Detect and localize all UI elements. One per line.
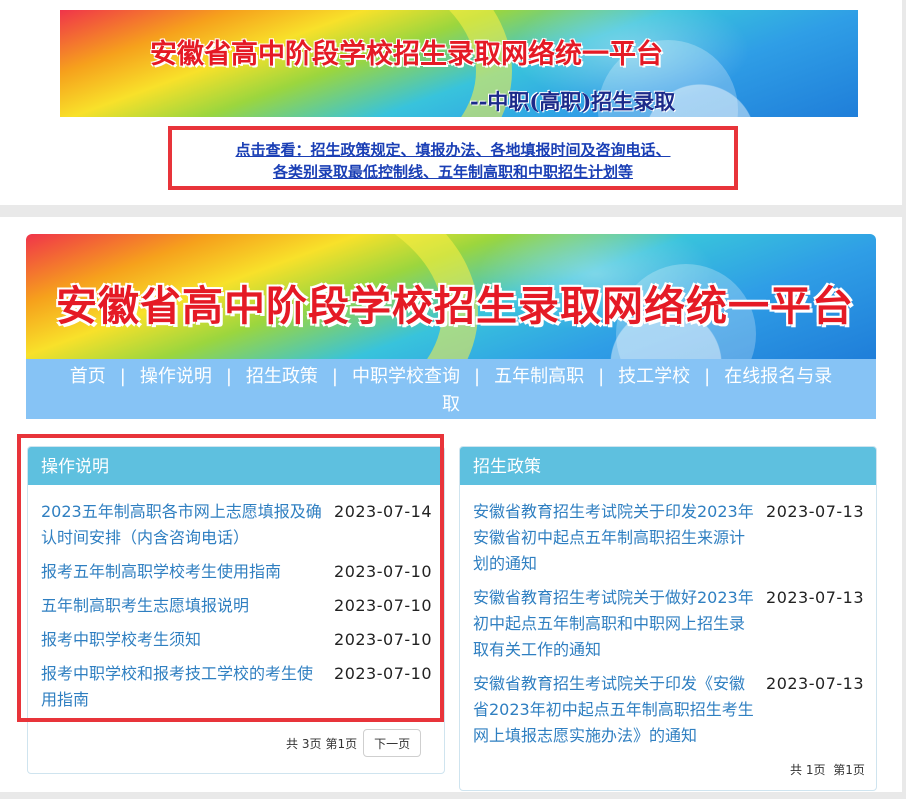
top-banner-subtitle: --中职(高职)招生录取 — [470, 89, 676, 114]
nav-separator: | — [225, 366, 232, 387]
instructions-list: 2023五年制高职各市网上志愿填报及确认时间安排（内含咨询电话） 2023-07… — [28, 485, 444, 713]
pager-current: 第1页 — [833, 763, 865, 777]
panel-policy: 招生政策 安徽省教育招生考试院关于印发2023年安徽省初中起点五年制高职招生来源… — [459, 446, 877, 791]
list-item-link[interactable]: 五年制高职考生志愿填报说明 — [41, 593, 327, 619]
notice-box: 点击查看：招生政策规定、填报办法、各地填报时间及咨询电话、 各类别录取最低控制线… — [168, 126, 738, 190]
nav-separator: | — [119, 366, 126, 387]
nav-separator: | — [474, 366, 481, 387]
nav-separator: | — [331, 366, 338, 387]
list-item: 安徽省教育招生考试院关于印发《安徽省2023年初中起点五年制高职招生考生网上填报… — [473, 671, 864, 749]
page-edge-bottom — [0, 792, 906, 799]
nav-item-five-year[interactable]: 五年制高职 — [494, 366, 584, 387]
list-item: 报考五年制高职学校考生使用指南 2023-07-10 — [41, 559, 432, 585]
list-item-date: 2023-07-13 — [766, 502, 864, 521]
main-banner-title: 安徽省高中阶段学校招生录取网络统一平台 — [56, 282, 854, 330]
list-item-link[interactable]: 报考中职学校考生须知 — [41, 627, 327, 653]
list-item-date: 2023-07-10 — [334, 596, 432, 615]
top-section: 安徽省高中阶段学校招生录取网络统一平台 --中职(高职)招生录取 点击查看：招生… — [0, 0, 906, 205]
nav-item-technical-school[interactable]: 技工学校 — [618, 366, 690, 387]
list-item-date: 2023-07-13 — [766, 674, 864, 693]
policy-list: 安徽省教育招生考试院关于印发2023年安徽省初中起点五年制高职招生来源计划的通知… — [460, 485, 876, 749]
panel-policy-header: 招生政策 — [460, 447, 876, 485]
top-banner-title: 安徽省高中阶段学校招生录取网络统一平台 — [150, 39, 663, 70]
main-banner: 安徽省高中阶段学校招生录取网络统一平台 — [26, 234, 876, 359]
policy-pager: 共 1页 第1页 — [786, 761, 865, 778]
nav-item-instructions[interactable]: 操作说明 — [140, 366, 212, 387]
list-item-link[interactable]: 安徽省教育招生考试院关于印发《安徽省2023年初中起点五年制高职招生考生网上填报… — [473, 671, 757, 749]
nav-separator: | — [598, 366, 605, 387]
nav-item-policy[interactable]: 招生政策 — [246, 366, 318, 387]
nav-line: 首页 | 操作说明 | 招生政策 | 中职学校查询 | 五年制高职 | 技工学校 | 在线报名与录 — [26, 359, 876, 391]
notice-link-line2[interactable]: 各类别录取最低控制线、五年制高职和中职招生计划等 — [172, 161, 734, 183]
panel-instructions: 操作说明 2023五年制高职各市网上志愿填报及确认时间安排（内含咨询电话） 20… — [27, 446, 445, 774]
list-item-date: 2023-07-13 — [766, 588, 864, 607]
list-item-link[interactable]: 报考五年制高职学校考生使用指南 — [41, 559, 327, 585]
page-edge-right — [902, 0, 906, 799]
pager-total: 共 1页 — [790, 763, 826, 777]
list-item: 五年制高职考生志愿填报说明 2023-07-10 — [41, 593, 432, 619]
list-item: 安徽省教育招生考试院关于印发2023年安徽省初中起点五年制高职招生来源计划的通知… — [473, 499, 864, 577]
list-item-link[interactable]: 安徽省教育招生考试院关于印发2023年安徽省初中起点五年制高职招生来源计划的通知 — [473, 499, 757, 577]
list-item: 安徽省教育招生考试院关于做好2023年初中起点五年制高职和中职网上招生录取有关工… — [473, 585, 864, 663]
nav-item-online-registration-text: 在线报名与录 — [724, 366, 833, 387]
pager-current: 第1页 — [325, 736, 358, 751]
nav-separator: | — [704, 366, 711, 387]
list-item-date: 2023-07-10 — [334, 664, 432, 683]
list-item-date: 2023-07-10 — [334, 562, 432, 581]
next-page-button[interactable]: 下一页 — [363, 729, 422, 757]
nav-wrap-line: 取 — [442, 394, 460, 415]
list-item-link[interactable]: 报考中职学校和报考技工学校的考生使用指南 — [41, 661, 327, 713]
top-banner: 安徽省高中阶段学校招生录取网络统一平台 --中职(高职)招生录取 — [60, 10, 858, 117]
list-item-link[interactable]: 2023五年制高职各市网上志愿填报及确认时间安排（内含咨询电话） — [41, 499, 327, 551]
list-item-link[interactable]: 安徽省教育招生考试院关于做好2023年初中起点五年制高职和中职网上招生录取有关工… — [473, 585, 757, 663]
list-item: 2023五年制高职各市网上志愿填报及确认时间安排（内含咨询电话） 2023-07… — [41, 499, 432, 551]
list-item: 报考中职学校和报考技工学校的考生使用指南 2023-07-10 — [41, 661, 432, 713]
main-nav: 首页 | 操作说明 | 招生政策 | 中职学校查询 | 五年制高职 | 技工学校 | 在线报名与录 取 — [26, 359, 876, 419]
notice-link-line1[interactable]: 点击查看：招生政策规定、填报办法、各地填报时间及咨询电话、 — [172, 139, 734, 161]
panel-instructions-header: 操作说明 — [28, 447, 444, 485]
nav-item-home[interactable]: 首页 — [70, 366, 106, 387]
pager-total: 共 3页 — [286, 736, 322, 751]
list-item-date: 2023-07-14 — [334, 502, 432, 521]
list-item: 报考中职学校考生须知 2023-07-10 — [41, 627, 432, 653]
nav-item-online-registration[interactable]: 在线报名与录 — [724, 366, 832, 387]
list-item-date: 2023-07-10 — [334, 630, 432, 649]
section-divider — [0, 205, 906, 217]
nav-item-school-query[interactable]: 中职学校查询 — [352, 366, 460, 387]
instructions-pager: 共 3页 第1页 下一页 — [286, 729, 422, 757]
